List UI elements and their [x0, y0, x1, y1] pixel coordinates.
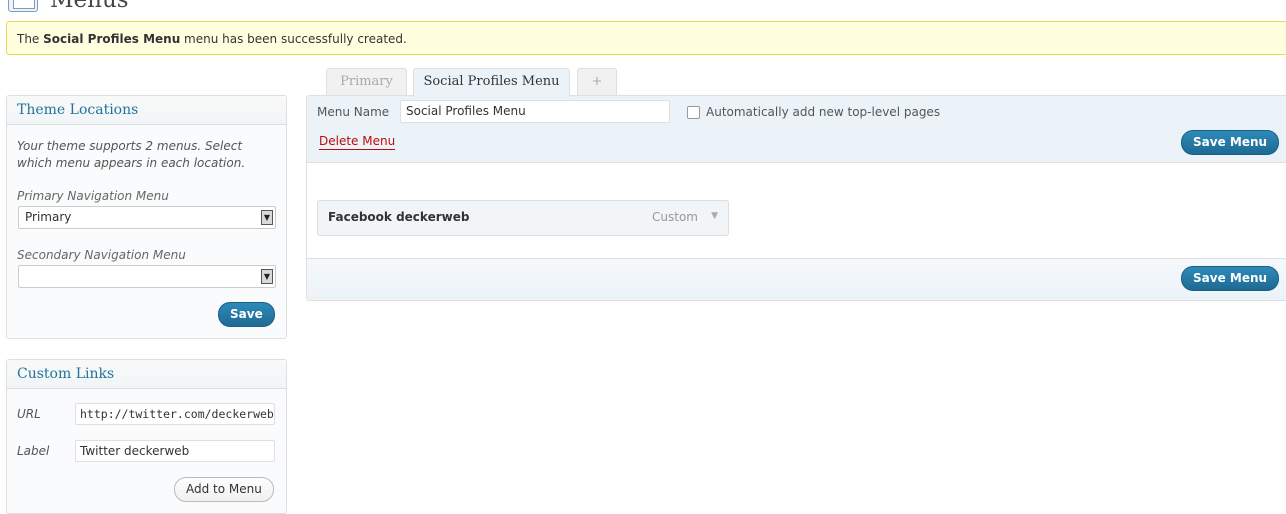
- link-label-label: Label: [17, 444, 50, 458]
- tab-social-profiles-menu[interactable]: Social Profiles Menu: [413, 68, 570, 97]
- custom-links-title[interactable]: Custom Links: [7, 360, 286, 389]
- menu-name-label: Menu Name: [317, 105, 390, 119]
- secondary-nav-label: Secondary Navigation Menu: [17, 248, 186, 262]
- link-label-input[interactable]: Twitter deckerweb: [75, 440, 275, 462]
- primary-nav-select-value: Primary: [25, 210, 72, 224]
- primary-nav-select[interactable]: Primary ▼: [18, 206, 276, 229]
- menus-page-icon: [8, 0, 38, 12]
- notice-menu-name: Social Profiles Menu: [43, 32, 181, 46]
- theme-locations-box: Theme Locations Your theme supports 2 me…: [6, 95, 287, 339]
- custom-links-box: Custom Links URL http://twitter.com/deck…: [6, 359, 287, 514]
- save-locations-button[interactable]: Save: [218, 302, 275, 327]
- menu-editor-header: Menu Name Social Profiles Menu Automatic…: [307, 96, 1286, 163]
- auto-add-pages-label[interactable]: Automatically add new top-level pages: [706, 105, 940, 119]
- success-notice: The Social Profiles Menu menu has been s…: [6, 21, 1286, 55]
- menu-item-title: Facebook deckerweb: [328, 210, 470, 224]
- add-to-menu-button[interactable]: Add to Menu: [174, 477, 274, 502]
- secondary-nav-select[interactable]: ▼: [18, 265, 276, 288]
- save-menu-button-top[interactable]: Save Menu: [1181, 130, 1280, 155]
- menu-item[interactable]: Facebook deckerweb Custom ▼: [317, 200, 729, 236]
- theme-locations-description: Your theme supports 2 menus. Select whic…: [17, 139, 246, 170]
- menu-editor: Menu Name Social Profiles Menu Automatic…: [306, 95, 1286, 301]
- url-label: URL: [17, 407, 41, 421]
- menu-editor-footer: Save Menu: [307, 258, 1286, 300]
- url-input[interactable]: http://twitter.com/deckerweb: [75, 403, 275, 425]
- dropdown-arrow-icon: ▼: [261, 210, 273, 225]
- save-menu-button-bottom[interactable]: Save Menu: [1181, 266, 1280, 291]
- expand-arrow-icon[interactable]: ▼: [711, 211, 718, 221]
- tab-primary[interactable]: Primary: [326, 68, 407, 96]
- dropdown-arrow-icon: ▼: [261, 269, 273, 284]
- page-title: Menus: [50, 0, 129, 13]
- theme-locations-title[interactable]: Theme Locations: [7, 96, 286, 125]
- menu-name-input[interactable]: Social Profiles Menu: [400, 100, 670, 123]
- delete-menu-link[interactable]: Delete Menu: [319, 134, 396, 150]
- notice-prefix: The: [17, 32, 44, 46]
- auto-add-pages-checkbox[interactable]: [687, 106, 700, 119]
- notice-suffix: menu has been successfully created.: [180, 32, 407, 46]
- primary-nav-label: Primary Navigation Menu: [17, 189, 169, 203]
- tab-add-menu[interactable]: +: [577, 68, 617, 96]
- menu-item-type: Custom: [652, 210, 698, 224]
